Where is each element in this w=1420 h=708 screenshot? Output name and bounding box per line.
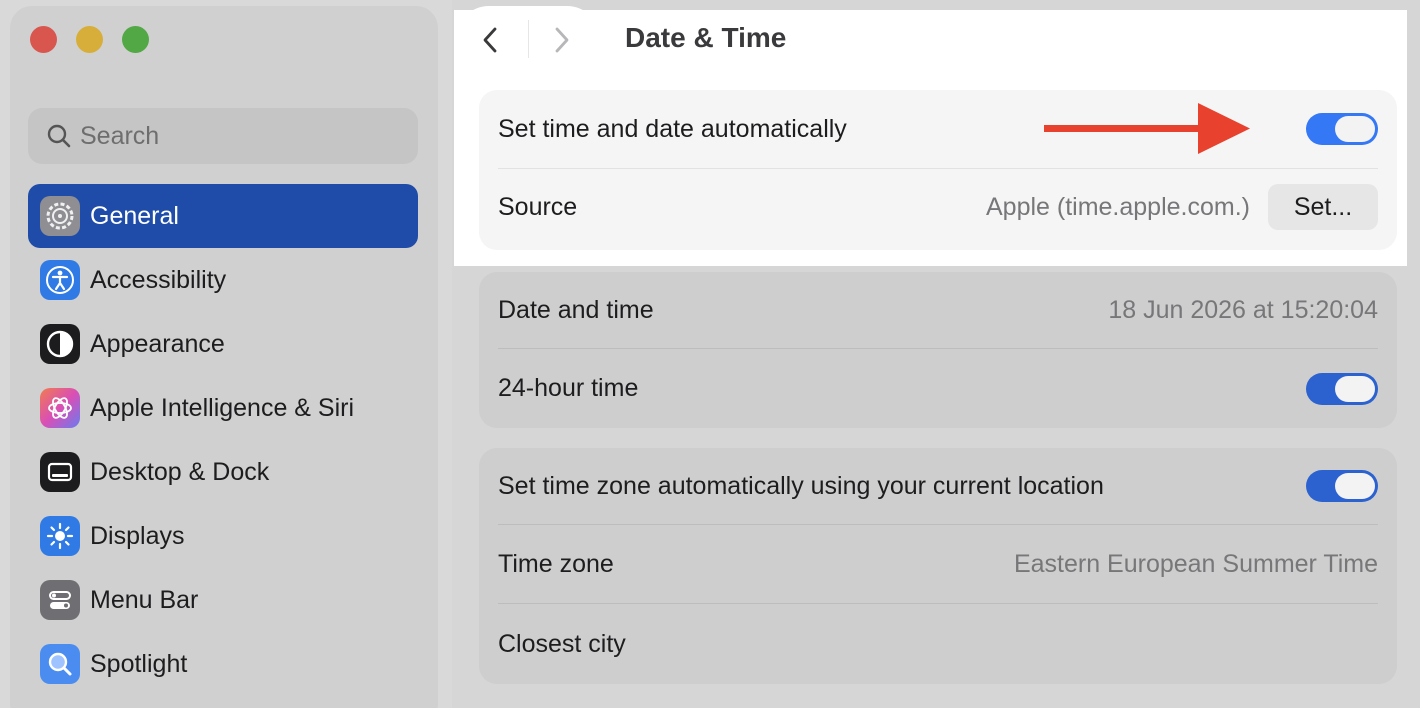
toggle-knob [1335, 375, 1375, 402]
page-title: Date & Time [625, 22, 787, 53]
time-zone-card: Set time zone automatically using your c… [479, 448, 1397, 684]
sidebar-item-label: Desktop & Dock [90, 457, 270, 486]
auto-zone-label: Set time zone automatically using your c… [498, 471, 1104, 500]
minimize-window-button[interactable] [76, 26, 103, 53]
sidebar-item-accessibility[interactable]: Accessibility [28, 248, 418, 312]
sidebar-item-spotlight[interactable]: Spotlight [28, 632, 418, 696]
sidebar-item-displays[interactable]: Displays [28, 504, 418, 568]
hour24-label: 24-hour time [498, 374, 639, 402]
back-button[interactable] [480, 26, 500, 59]
sidebar-item-desktop-dock[interactable]: Desktop & Dock [28, 440, 418, 504]
auto-time-label: Set time and date automatically [498, 114, 847, 143]
sidebar-item-label: Appearance [90, 329, 225, 358]
sidebar-item-appearance[interactable]: Appearance [28, 312, 418, 376]
search-input[interactable]: Search [28, 108, 418, 164]
magnifier-icon [40, 644, 80, 684]
auto-zone-toggle[interactable] [1306, 470, 1378, 502]
chevron-right-icon [555, 27, 569, 53]
time-zone-row: Time zone Eastern European Summer Time [479, 525, 1397, 603]
date-time-row: Date and time 18 Jun 2026 at 15:20:04 [479, 272, 1397, 348]
time-zone-value: Eastern European Summer Time [1013, 549, 1378, 578]
set-source-button[interactable]: Set... [1268, 184, 1378, 230]
close-window-button[interactable] [30, 26, 57, 53]
chevron-left-icon [483, 27, 497, 53]
appearance-icon [40, 324, 80, 364]
nav-separator [528, 20, 529, 58]
sidebar-item-menu-bar[interactable]: Menu Bar [28, 568, 418, 632]
menu-bar-icon [40, 580, 80, 620]
dock-icon [40, 452, 80, 492]
search-icon [47, 124, 71, 148]
siri-icon [40, 388, 80, 428]
hour24-toggle[interactable] [1306, 372, 1378, 405]
auto-time-toggle[interactable] [1306, 113, 1378, 145]
date-time-value: 18 Jun 2026 at 15:20:04 [1108, 295, 1378, 324]
annotation-arrow-icon [1044, 103, 1250, 154]
source-label: Source [498, 192, 578, 221]
auto-time-row: Set time and date automatically [479, 90, 1397, 168]
sidebar-item-label: Accessibility [90, 265, 227, 294]
sidebar-item-label: Apple Intelligence & Siri [90, 393, 355, 422]
automatic-time-card: Set time and date automatically Source A… [479, 90, 1397, 250]
date-time-card: Date and time 18 Jun 2026 at 15:20:04 24… [479, 272, 1397, 428]
accessibility-icon [40, 260, 80, 300]
search-placeholder: Search [80, 121, 160, 150]
sidebar-item-label: Menu Bar [90, 585, 199, 614]
sidebar-item-apple-intelligence-siri[interactable]: Apple Intelligence & Siri [28, 376, 418, 440]
closest-city-label: Closest city [498, 629, 626, 658]
zoom-window-button[interactable] [122, 26, 149, 53]
hour24-row: 24-hour time [479, 349, 1397, 428]
time-zone-label: Time zone [498, 549, 614, 578]
sidebar-item-label: Displays [90, 521, 185, 550]
closest-city-row[interactable]: Closest city [479, 604, 1397, 684]
toggle-knob [1335, 473, 1375, 499]
sidebar-item-label: Spotlight [90, 649, 188, 678]
divider [498, 168, 1378, 169]
sidebar-item-general[interactable]: General [28, 184, 418, 248]
sun-icon [40, 516, 80, 556]
gear-icon [40, 196, 80, 236]
toggle-knob [1335, 116, 1375, 142]
source-row: Source Apple (time.apple.com.) Set... [479, 184, 1397, 230]
navigation-controls [456, 6, 600, 72]
auto-zone-row: Set time zone automatically using your c… [479, 448, 1397, 524]
date-time-label: Date and time [498, 295, 654, 324]
forward-button[interactable] [552, 26, 572, 59]
sidebar-item-label: General [90, 201, 179, 230]
source-value: Apple (time.apple.com.) [985, 192, 1250, 221]
